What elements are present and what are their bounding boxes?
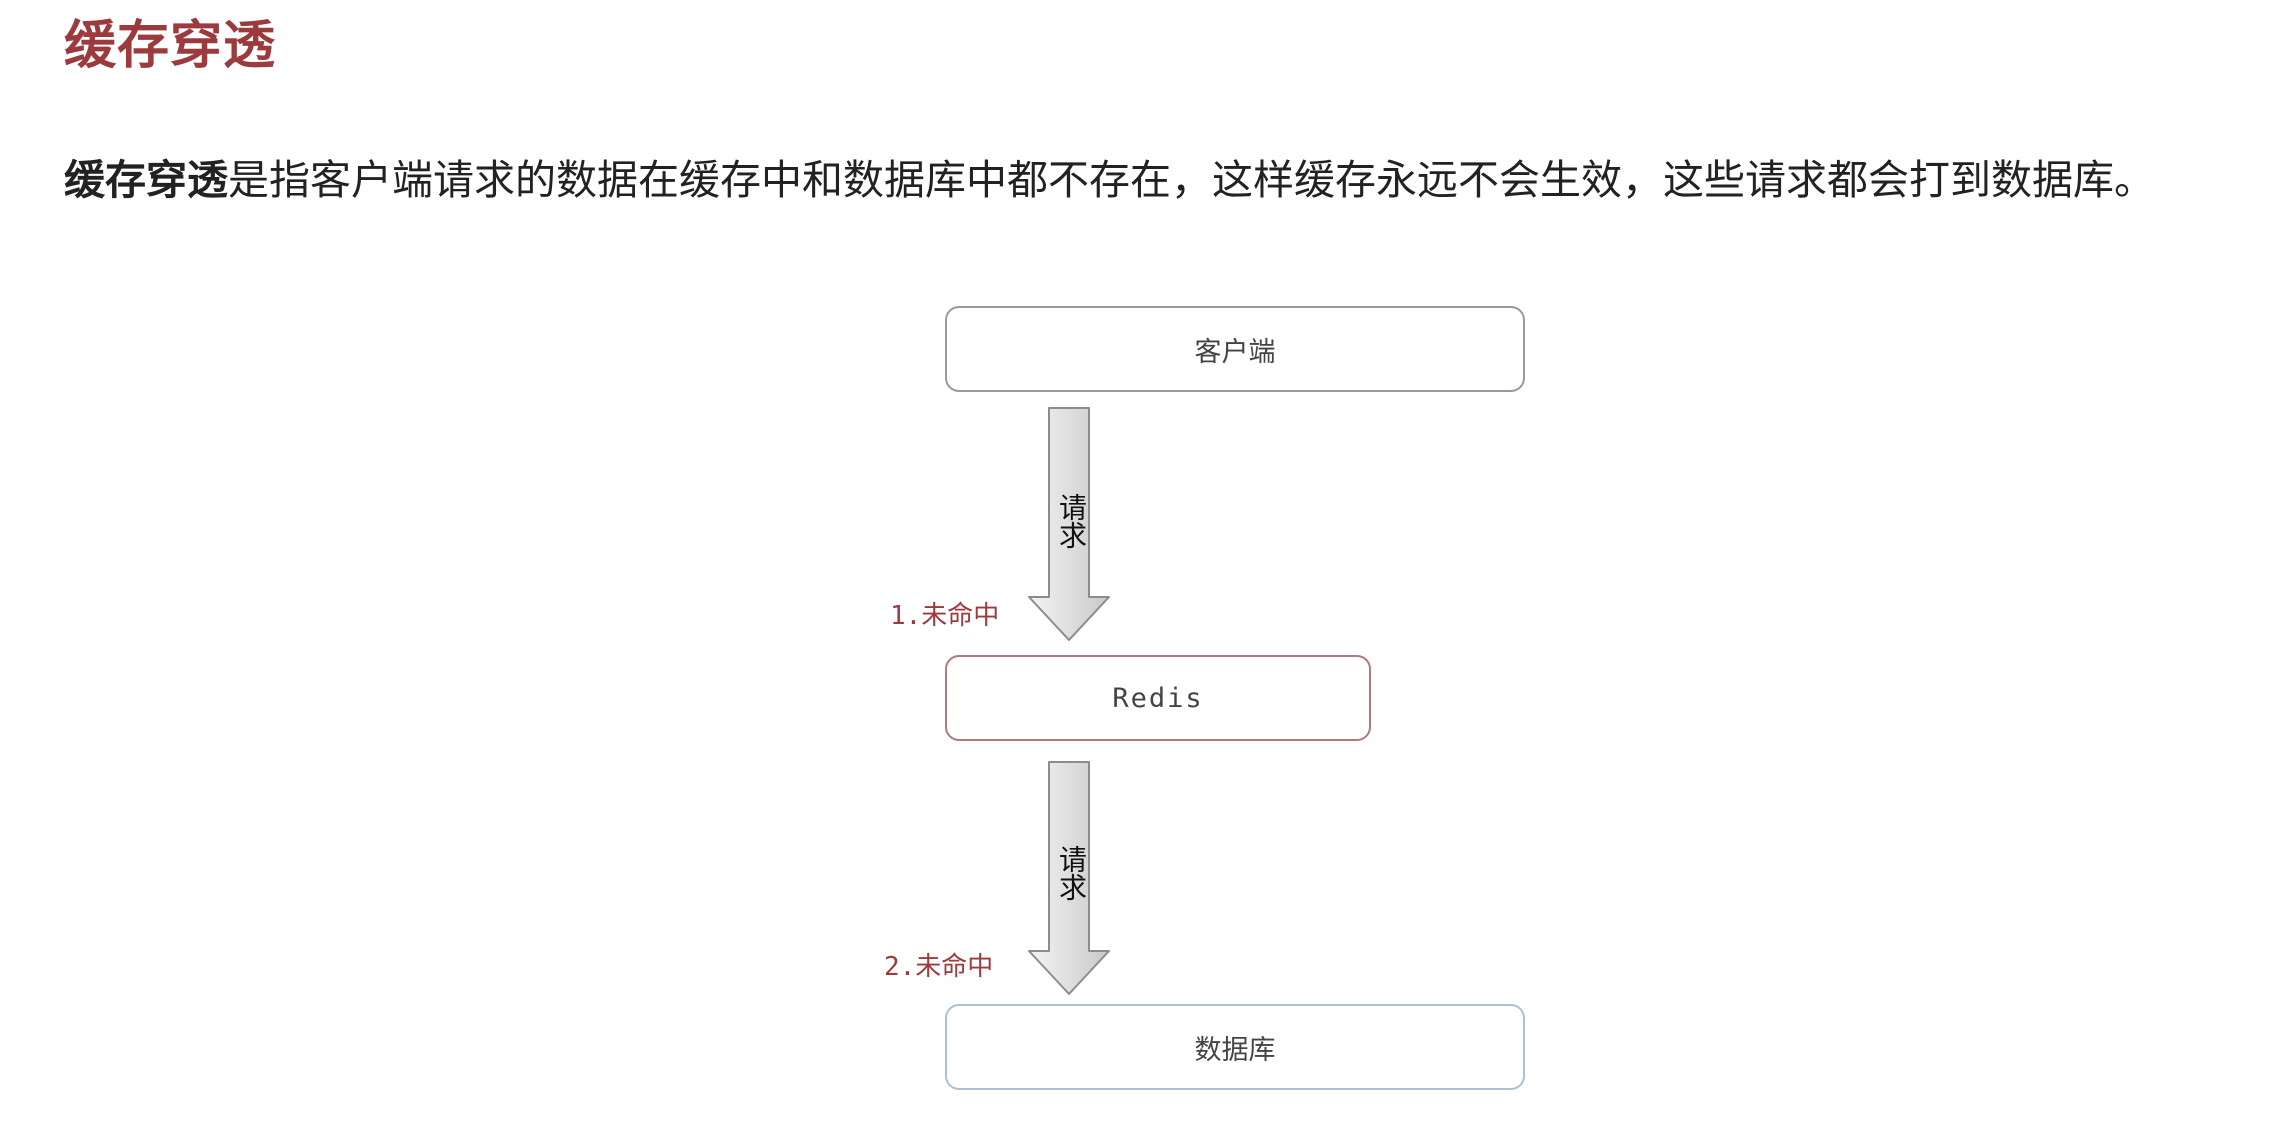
redis-node: Redis: [945, 655, 1371, 741]
miss-label-1: 1.未命中: [890, 601, 1000, 631]
miss-label-2: 2.未命中: [884, 952, 994, 982]
client-node: 客户端: [945, 306, 1525, 392]
diagram-arrows: [1028, 407, 1110, 995]
request-arrow-1-label: 请求: [1055, 493, 1088, 549]
database-node: 数据库: [945, 1004, 1525, 1090]
cache-penetration-diagram: 客户端 请求 1.未命中 Redis 请求 2.未命中 数据库: [0, 0, 2284, 1146]
request-arrow-2-label: 请求: [1055, 845, 1088, 901]
